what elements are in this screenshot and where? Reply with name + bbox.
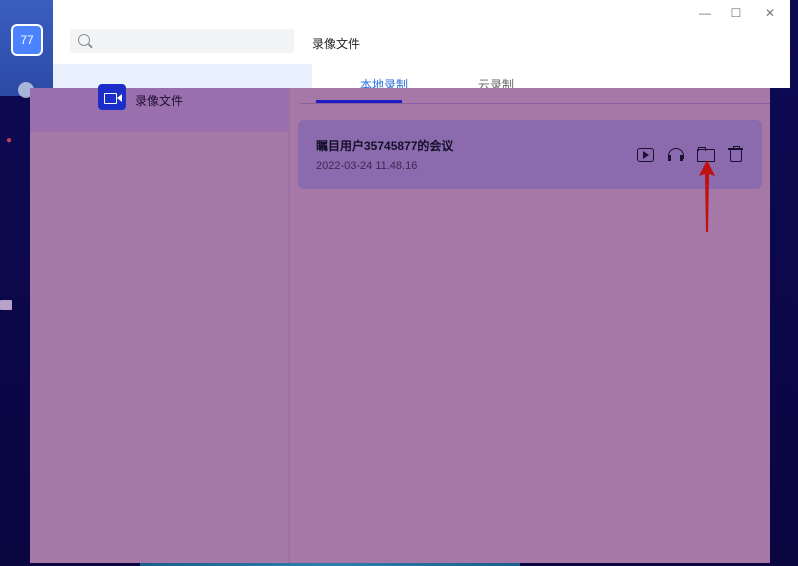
trash-icon[interactable] [728, 146, 746, 164]
video-camera-icon [98, 84, 126, 110]
app-rail: 77 [0, 0, 53, 98]
annotation-arrow-icon [699, 160, 715, 232]
avatar[interactable]: 77 [11, 24, 43, 56]
close-button[interactable]: ✕ [762, 6, 778, 20]
sidebar-divider [288, 88, 290, 563]
recording-card[interactable] [298, 120, 762, 189]
sidebar [30, 88, 288, 563]
recording-title: 瞩目用户35745877的会议 [316, 139, 454, 153]
search-icon [78, 34, 90, 46]
search-input[interactable] [70, 29, 294, 53]
sidebar-item-label: 录像文件 [135, 94, 184, 108]
active-tab-indicator [316, 100, 402, 103]
tab-underline-track [300, 103, 770, 104]
app-window: 77 录像文件 — ☐ ✕ 本地录制 云录制 录像文件 瞩目用户35745877… [0, 0, 790, 563]
headphone-icon[interactable] [667, 146, 685, 164]
recording-timestamp: 2022-03-24 11.48.16 [316, 160, 418, 172]
maximize-button[interactable]: ☐ [728, 6, 744, 20]
sidebar-header [53, 64, 312, 88]
play-icon[interactable] [637, 146, 655, 164]
minimize-button[interactable]: — [697, 6, 713, 20]
page-title: 录像文件 [312, 37, 361, 51]
